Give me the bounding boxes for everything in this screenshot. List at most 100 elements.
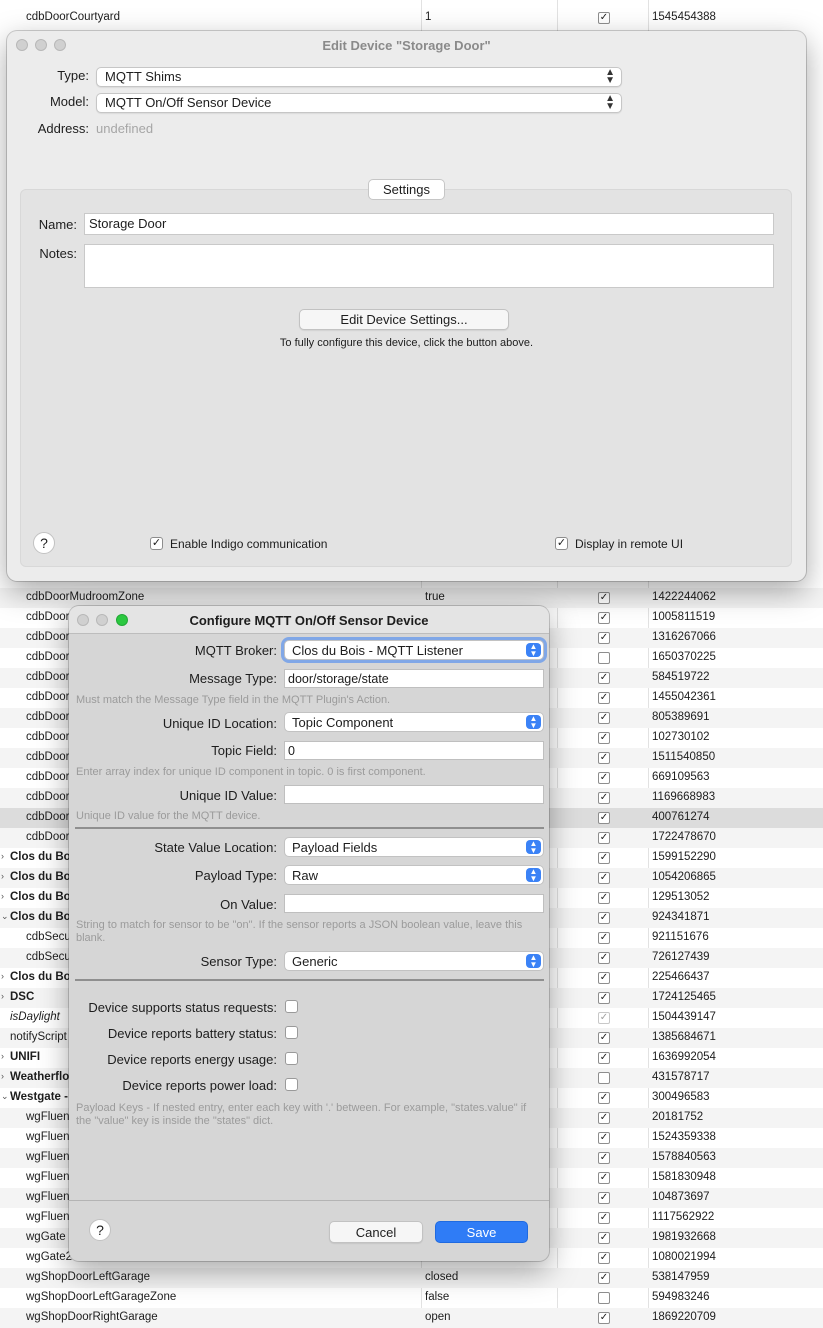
disclosure-triangle-icon[interactable]: ›	[1, 891, 4, 901]
row-value: 1	[425, 11, 432, 23]
row-enabled-checkbox[interactable]: ✓	[598, 1012, 610, 1024]
edit-device-settings-button[interactable]: Edit Device Settings...	[299, 309, 509, 330]
table-row[interactable]: wgShopDoorLeftGarage closed ✓ 538147959	[0, 1268, 823, 1288]
up-down-chevron-icon: ▲ ▼	[526, 840, 541, 855]
row-enabled-checkbox[interactable]: ✓	[598, 952, 610, 964]
row-enabled-checkbox[interactable]	[598, 1072, 610, 1084]
checkmark-icon: ✓	[556, 537, 567, 549]
energy-usage-checkbox[interactable]	[285, 1052, 298, 1065]
row-enabled-checkbox[interactable]: ✓	[598, 612, 610, 624]
row-enabled-checkbox[interactable]: ✓	[598, 792, 610, 804]
row-enabled-checkbox[interactable]: ✓	[598, 1312, 610, 1324]
row-enabled-checkbox[interactable]: ✓	[598, 752, 610, 764]
disclosure-triangle-icon[interactable]: ›	[1, 851, 4, 861]
payload-type-popup[interactable]: Raw ▲ ▼	[284, 865, 544, 885]
row-id: 104873697	[652, 1191, 710, 1203]
type-popup[interactable]: MQTT Shims ▲ ▼	[96, 67, 622, 87]
power-load-checkbox[interactable]	[285, 1078, 298, 1091]
row-enabled-checkbox[interactable]	[598, 652, 610, 664]
row-enabled-checkbox[interactable]	[598, 1292, 610, 1304]
table-row[interactable]: wgShopDoorRightGarage open ✓ 1869220709	[0, 1308, 823, 1328]
battery-status-checkbox[interactable]	[285, 1026, 298, 1039]
save-button[interactable]: Save	[435, 1221, 528, 1243]
disclosure-triangle-icon[interactable]: ›	[1, 1071, 4, 1081]
row-enabled-checkbox[interactable]: ✓	[598, 1032, 610, 1044]
row-enabled-checkbox[interactable]: ✓	[598, 672, 610, 684]
row-id: 669109563	[652, 771, 710, 783]
model-popup-value: MQTT On/Off Sensor Device	[105, 95, 272, 110]
row-enabled-checkbox[interactable]: ✓	[598, 912, 610, 924]
row-name: wgFluen	[26, 1131, 70, 1143]
row-enabled-checkbox[interactable]: ✓	[598, 832, 610, 844]
row-enabled-checkbox[interactable]: ✓	[598, 592, 610, 604]
row-name: Clos du Bo	[10, 871, 71, 883]
row-enabled-checkbox[interactable]: ✓	[598, 632, 610, 644]
disclosure-triangle-icon[interactable]: ⌄	[1, 911, 9, 922]
name-field[interactable]: Storage Door	[84, 213, 774, 235]
row-enabled-checkbox[interactable]: ✓	[598, 1232, 610, 1244]
row-enabled-checkbox[interactable]: ✓	[598, 932, 610, 944]
row-name: Weatherflo	[10, 1071, 70, 1083]
row-enabled-checkbox[interactable]: ✓	[598, 852, 610, 864]
state-value-location-popup[interactable]: Payload Fields ▲ ▼	[284, 837, 544, 857]
row-enabled-checkbox[interactable]: ✓	[598, 992, 610, 1004]
row-name: cdbDoor	[26, 731, 70, 743]
help-button[interactable]: ?	[33, 532, 55, 554]
on-value-field[interactable]	[284, 894, 544, 913]
row-name: wgFluen	[26, 1211, 70, 1223]
row-name: wgFluen	[26, 1191, 70, 1203]
disclosure-triangle-icon[interactable]: ›	[1, 871, 4, 881]
row-enabled-checkbox[interactable]: ✓	[598, 12, 610, 24]
display-remote-ui-checkbox[interactable]: ✓	[555, 537, 568, 550]
row-enabled-checkbox[interactable]: ✓	[598, 772, 610, 784]
enable-communication-checkbox[interactable]: ✓	[150, 537, 163, 550]
unique-id-value-field[interactable]	[284, 785, 544, 804]
disclosure-triangle-icon[interactable]: ›	[1, 1051, 4, 1061]
row-enabled-checkbox[interactable]: ✓	[598, 712, 610, 724]
row-enabled-checkbox[interactable]: ✓	[598, 1252, 610, 1264]
row-enabled-checkbox[interactable]: ✓	[598, 872, 610, 884]
row-enabled-checkbox[interactable]: ✓	[598, 1052, 610, 1064]
table-row[interactable]: wgShopDoorLeftGarageZone false 594983246	[0, 1288, 823, 1308]
row-enabled-checkbox[interactable]: ✓	[598, 812, 610, 824]
message-type-field[interactable]: door/storage/state	[284, 669, 544, 688]
row-enabled-checkbox[interactable]: ✓	[598, 1272, 610, 1284]
unique-id-location-popup[interactable]: Topic Component ▲ ▼	[284, 712, 544, 732]
cancel-button[interactable]: Cancel	[329, 1221, 423, 1243]
row-id: 924341871	[652, 911, 710, 923]
tab-settings[interactable]: Settings	[368, 179, 445, 200]
row-id: 1054206865	[652, 871, 716, 883]
battery-status-label: Device reports battery status:	[107, 1026, 277, 1041]
disclosure-triangle-icon[interactable]: ›	[1, 971, 4, 981]
on-value-hint: String to match for sensor to be "on". I…	[76, 919, 523, 944]
status-requests-checkbox[interactable]	[285, 1000, 298, 1013]
row-enabled-checkbox[interactable]: ✓	[598, 732, 610, 744]
topic-field-input[interactable]: 0	[284, 741, 544, 760]
disclosure-triangle-icon[interactable]: ⌄	[1, 1091, 9, 1102]
sensor-type-popup[interactable]: Generic ▲ ▼	[284, 951, 544, 971]
energy-usage-label: Device reports energy usage:	[107, 1052, 277, 1067]
footer-divider	[69, 1200, 549, 1201]
unique-id-value-label: Unique ID Value:	[179, 788, 277, 803]
model-popup[interactable]: MQTT On/Off Sensor Device ▲ ▼	[96, 93, 622, 113]
row-enabled-checkbox[interactable]: ✓	[598, 972, 610, 984]
notes-field[interactable]	[84, 244, 774, 288]
table-row[interactable]: cdbDoorMudroomZone true ✓ 1422244062	[0, 588, 823, 608]
row-enabled-checkbox[interactable]: ✓	[598, 1132, 610, 1144]
row-enabled-checkbox[interactable]: ✓	[598, 1112, 610, 1124]
mqtt-broker-popup[interactable]: Clos du Bois - MQTT Listener ▲ ▼	[284, 640, 544, 660]
disclosure-triangle-icon[interactable]: ›	[1, 991, 4, 1001]
row-name: Clos du Bo	[10, 851, 71, 863]
table-row[interactable]: cdbDoorCourtyard 1 ✓ 1545454388	[0, 8, 823, 28]
row-enabled-checkbox[interactable]: ✓	[598, 1192, 610, 1204]
row-enabled-checkbox[interactable]: ✓	[598, 1092, 610, 1104]
payload-keys-hint: Payload Keys - If nested entry, enter ea…	[76, 1102, 527, 1127]
row-enabled-checkbox[interactable]: ✓	[598, 1172, 610, 1184]
row-enabled-checkbox[interactable]: ✓	[598, 692, 610, 704]
help-button[interactable]: ?	[89, 1219, 111, 1241]
row-enabled-checkbox[interactable]: ✓	[598, 1212, 610, 1224]
row-enabled-checkbox[interactable]: ✓	[598, 1152, 610, 1164]
row-name: cdbDoor	[26, 771, 70, 783]
row-enabled-checkbox[interactable]: ✓	[598, 892, 610, 904]
row-id: 1455042361	[652, 691, 716, 703]
